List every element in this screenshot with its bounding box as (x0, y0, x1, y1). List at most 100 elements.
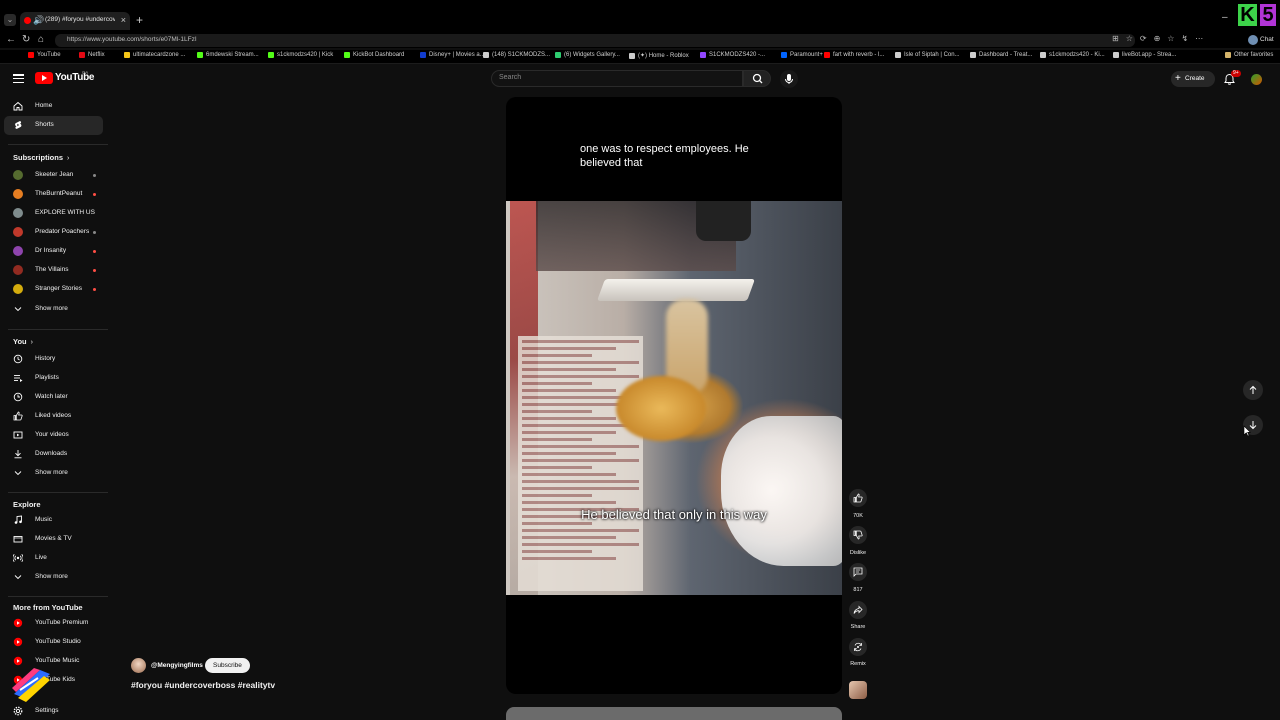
bookmark-item[interactable]: (✦) Home - Roblox (629, 52, 689, 59)
new-tab-plus-icon[interactable]: + (136, 13, 143, 27)
bookmark-label: (148) S1CKMODZS... (492, 52, 551, 58)
live-indicator-icon (93, 288, 96, 291)
sidebar-subscription-item[interactable]: EXPLORE WITH US (4, 204, 103, 223)
sidebar-item-label: Your videos (35, 431, 69, 438)
menu-hamburger-icon[interactable] (13, 74, 24, 84)
create-button[interactable]: + Create (1171, 71, 1215, 87)
browser-tabstrip: ⌄ 🔊 (289) #foryou #undercoverb × + – K 5 (0, 0, 1280, 32)
sidebar-item-more-0[interactable]: YouTube Premium (4, 614, 103, 633)
k5-logo-5: 5 (1260, 4, 1276, 26)
youtube-wordmark[interactable]: YouTube (55, 72, 95, 83)
bookmark-item[interactable]: (148) S1CKMODZS... (483, 52, 550, 58)
bookmark-item[interactable]: ultimatecardzone ... (124, 52, 185, 58)
home-browser-icon[interactable]: ⌂ (38, 34, 44, 46)
sidebar-item-shorts[interactable]: Shorts (4, 116, 103, 135)
yt-red-icon (13, 637, 23, 647)
channel-handle[interactable]: @Mengyingfilms (151, 662, 203, 669)
bookmark-item[interactable]: Isle of Siptah | Con... (895, 52, 960, 58)
sidebar-item-you-3[interactable]: Liked videos (4, 407, 103, 426)
sidebar-item-label: Predator Poachers (35, 228, 90, 235)
search-input[interactable]: Search (491, 70, 743, 87)
comments-button[interactable] (849, 563, 867, 581)
bookmark-item[interactable]: 6mdewski Stream... (197, 52, 259, 58)
subscribe-button[interactable]: Subscribe (205, 658, 250, 673)
remix-button[interactable] (849, 638, 867, 656)
browser-profile-avatar[interactable] (1248, 35, 1258, 45)
bookmark-item[interactable]: Netflix (79, 52, 105, 58)
tab-search-icon[interactable]: ⌄ (4, 14, 16, 26)
bookmark-item[interactable]: s1ckmodzs420 - Ki... (1040, 52, 1105, 58)
bookmark-item[interactable]: YouTube (28, 52, 61, 58)
subscriptions-header[interactable]: Subscriptions › (13, 153, 69, 162)
shorts-player[interactable]: one was to respect employees. He believe… (506, 97, 842, 694)
video-frame[interactable]: He believed that only in this way (506, 201, 842, 595)
sidebar-item-settings[interactable]: Settings (4, 702, 103, 720)
sidebar-item-you-2[interactable]: Watch later (4, 388, 103, 407)
back-arrow-icon[interactable]: ← (6, 34, 16, 46)
sidebar-item-more-1[interactable]: YouTube Studio (4, 633, 103, 652)
sidebar-item-label: Settings (35, 707, 59, 714)
search-button[interactable] (743, 70, 771, 87)
bookmark-item[interactable]: Disney+ | Movies a... (420, 52, 485, 58)
explore-header[interactable]: Explore (13, 500, 41, 509)
channel-avatar (13, 170, 23, 180)
sound-remix-thumbnail[interactable] (849, 681, 867, 699)
share-button[interactable] (849, 601, 867, 619)
channel-avatar[interactable] (131, 658, 146, 673)
sidebar-item-explore-2[interactable]: Live (4, 549, 103, 568)
dislike-button[interactable] (849, 526, 867, 544)
like-button[interactable] (849, 489, 867, 507)
sidebar-item-label: Downloads (35, 450, 68, 457)
sidebar-item-explore-3[interactable]: Show more (4, 568, 103, 587)
browser-tab-active[interactable]: 🔊 (289) #foryou #undercoverb × (20, 12, 130, 30)
sidebar-item-you-5[interactable]: Downloads (4, 445, 103, 464)
copilot-chat-button[interactable]: Chat (1260, 36, 1274, 43)
sidebar-item-you-1[interactable]: Playlists (4, 369, 103, 388)
bookmark-item[interactable]: s1ckmodzs420 | Kick (268, 52, 333, 58)
bookmark-item[interactable]: liveBot.app - Strea... (1113, 52, 1176, 58)
downloads-icon (14, 450, 22, 459)
sidebar-show-more-subscriptions[interactable]: Show more (4, 300, 103, 319)
sidebar-item-home[interactable]: Home (4, 97, 103, 116)
bookmark-item[interactable]: S1CKMODZS420 -... (700, 52, 765, 58)
youtube-logo-icon[interactable] (35, 72, 53, 84)
other-favorites-folder[interactable]: Other favorites (1225, 52, 1273, 58)
sidebar-item-label: Liked videos (35, 412, 72, 419)
mouse-cursor-icon (1243, 425, 1251, 437)
refresh-icon[interactable]: ↻ (22, 34, 30, 46)
sidebar-item-you-4[interactable]: Your videos (4, 426, 103, 445)
sidebar-subscription-item[interactable]: Stranger Stories (4, 280, 103, 299)
thumbs-down-icon (853, 530, 863, 540)
video-hashtags[interactable]: #foryou #undercoverboss #realitytv (131, 680, 275, 690)
sidebar-subscription-item[interactable]: Skeeter Jean (4, 166, 103, 185)
sidebar-item-you-0[interactable]: History (4, 350, 103, 369)
bookmark-label: Dashboard - Treat... (979, 52, 1033, 58)
you-header[interactable]: You › (13, 337, 33, 346)
video-machine-plate (596, 279, 756, 301)
account-avatar[interactable] (1251, 74, 1262, 85)
previous-short-button[interactable] (1243, 380, 1263, 400)
bookmark-item[interactable]: (6) Widgets Gallery... (555, 52, 620, 58)
browser-extension-icons[interactable]: ⊞☆⟳⊕☆↯⋯ (1112, 34, 1210, 43)
minimize-window-icon[interactable]: – (1222, 12, 1228, 23)
subtitle-caption: He believed that only in this way (581, 507, 767, 522)
sidebar-subscription-item[interactable]: The Villains (4, 261, 103, 280)
sidebar-subscription-item[interactable]: TheBurntPeanut (4, 185, 103, 204)
next-short-preview[interactable] (506, 707, 842, 720)
close-tab-icon[interactable]: × (121, 15, 126, 25)
bookmark-item[interactable]: Paramount+ (781, 52, 823, 58)
more-from-youtube-header[interactable]: More from YouTube (13, 603, 83, 612)
bookmark-item[interactable]: KickBot Dashboard (344, 52, 404, 58)
bookmark-item[interactable]: Dashboard - Treat... (970, 52, 1032, 58)
sidebar-item-you-6[interactable]: Show more (4, 464, 103, 483)
bookmark-item[interactable]: fart with reverb - l... (824, 52, 884, 58)
speaker-icon[interactable]: 🔊 (33, 15, 44, 26)
sidebar-item-explore-1[interactable]: Movies & TV (4, 530, 103, 549)
url-field[interactable]: https://www.youtube.com/shorts/e07Ml-1LF… (55, 34, 1135, 47)
sidebar-subscription-item[interactable]: Dr Insanity (4, 242, 103, 261)
sidebar-subscription-item[interactable]: Predator Poachers (4, 223, 103, 242)
voice-search-button[interactable] (780, 70, 798, 88)
sidebar-item-explore-0[interactable]: Music (4, 511, 103, 530)
sidebar-item-label: Dr Insanity (35, 247, 67, 254)
watch-later-icon (13, 392, 23, 402)
